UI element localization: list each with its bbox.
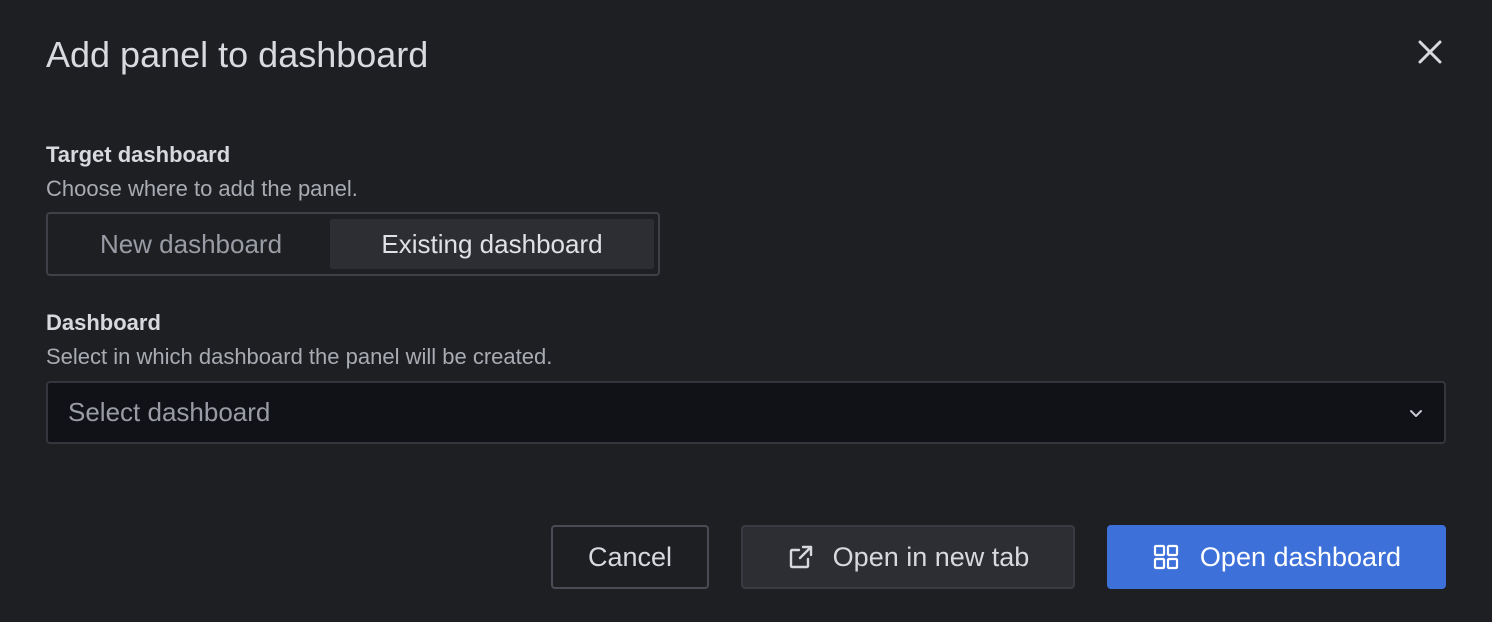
target-dashboard-description: Choose where to add the panel.: [46, 176, 358, 201]
modal-title: Add panel to dashboard: [46, 34, 429, 75]
open-in-new-tab-button[interactable]: Open in new tab: [741, 525, 1075, 589]
external-link-icon: [787, 543, 815, 571]
dashboard-label: Dashboard: [46, 310, 161, 335]
apps-grid-icon: [1152, 543, 1180, 571]
open-in-new-tab-label: Open in new tab: [832, 541, 1030, 572]
radio-option-existing-dashboard[interactable]: Existing dashboard: [330, 219, 654, 269]
open-dashboard-label: Open dashboard: [1199, 541, 1402, 572]
close-button[interactable]: [1410, 32, 1450, 72]
cancel-button-label: Cancel: [587, 541, 673, 572]
target-dashboard-radio-group: New dashboard Existing dashboard: [46, 212, 660, 276]
radio-option-new-dashboard[interactable]: New dashboard: [52, 219, 330, 269]
dashboard-select[interactable]: Select dashboard: [46, 381, 1446, 444]
add-panel-modal: Add panel to dashboard Target dashboard …: [0, 0, 1492, 622]
target-dashboard-label: Target dashboard: [46, 142, 231, 167]
dashboard-description: Select in which dashboard the panel will…: [46, 344, 553, 369]
open-dashboard-button[interactable]: Open dashboard: [1107, 525, 1446, 589]
cancel-button[interactable]: Cancel: [551, 525, 709, 589]
chevron-down-icon: [1408, 405, 1424, 421]
dashboard-select-placeholder: Select dashboard: [68, 397, 271, 427]
close-icon: [1416, 38, 1444, 66]
